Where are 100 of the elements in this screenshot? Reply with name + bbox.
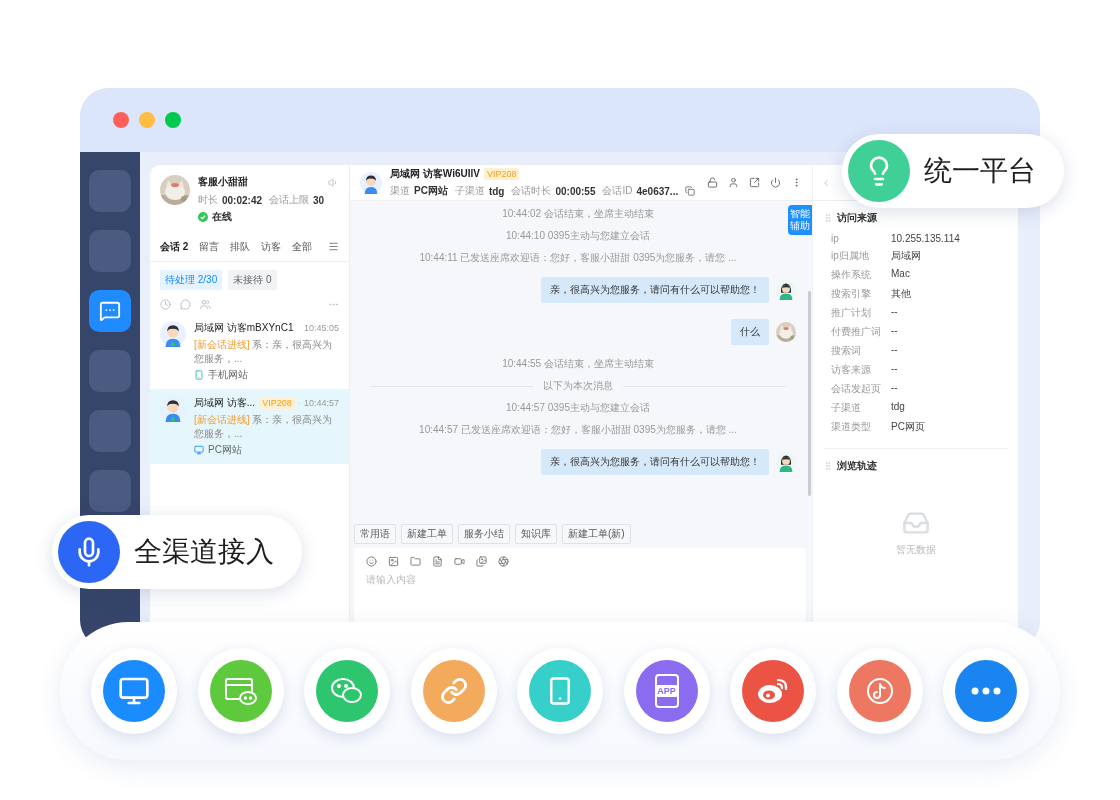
info-label: 付费推广词: [831, 325, 882, 339]
chat-icon[interactable]: [180, 299, 191, 310]
scrollbar[interactable]: [808, 291, 811, 496]
session-tab[interactable]: 排队: [230, 239, 251, 254]
source-label: PC网站: [208, 443, 242, 457]
info-label: 搜索词: [831, 344, 862, 358]
nav-item[interactable]: [89, 290, 131, 332]
system-message: 10:44:57 已发送座席欢迎语：您好，客服小甜甜 0395为您服务，请您 ...: [419, 423, 737, 437]
chevron-left-icon[interactable]: [821, 177, 831, 188]
info-label: 操作系统: [831, 268, 872, 282]
info-label: 搜索引擎: [831, 287, 872, 301]
menu-icon[interactable]: [328, 241, 339, 252]
minimize-button[interactable]: [139, 112, 155, 128]
info-value: PC网页: [891, 420, 926, 434]
message-bubble: 亲，很高兴为您服务，请问有什么可以帮助您！: [541, 277, 769, 303]
info-value: --: [891, 382, 899, 395]
quick-action-button[interactable]: 知识库: [515, 524, 557, 544]
unlock-icon[interactable]: [707, 177, 718, 188]
user-icon[interactable]: [728, 177, 739, 188]
quick-action-button[interactable]: 新建工单(新): [562, 524, 631, 544]
person-avatar-icon: [360, 171, 382, 194]
conversation-item[interactable]: 局域网 访客... VIP208 10:44:57 [新会话进线] 系：亲，很高兴为您服务，... PC网站: [150, 389, 349, 464]
conversation-time: 10:44:57: [303, 398, 339, 408]
channel-button[interactable]: APP: [623, 648, 710, 734]
meta-label: 会话时长: [511, 184, 552, 198]
source-label: 手机网站: [208, 368, 248, 382]
section-title: 访问来源: [837, 211, 877, 225]
quick-action-button[interactable]: 常用语: [354, 524, 396, 544]
share-icon[interactable]: [749, 177, 760, 188]
info-value: tdg: [891, 401, 906, 414]
info-value: --: [891, 344, 899, 357]
chat-icon: [99, 300, 121, 322]
quick-action-button[interactable]: 服务小结: [458, 524, 510, 544]
info-label: 渠道类型: [831, 420, 872, 434]
meta-label: 子渠道: [454, 184, 485, 198]
info-value: --: [891, 306, 899, 319]
video-icon[interactable]: [454, 556, 465, 567]
system-message: 10:44:11 已发送座席欢迎语：您好，客服小甜甜 0395为您服务，请您 ...: [419, 251, 737, 265]
vip-tag: VIP208: [259, 397, 295, 409]
meta-value: PC网站: [414, 184, 448, 198]
info-label: 子渠道: [831, 401, 862, 415]
status-text: 在线: [212, 210, 232, 224]
more-icon: [971, 687, 1001, 695]
duration-value: 00:02:42: [222, 194, 263, 206]
info-value: Mac: [891, 268, 911, 281]
info-value: 10.255.135.114: [891, 233, 961, 244]
divider-label: 以下为本次消息: [543, 379, 613, 393]
info-value: --: [891, 325, 899, 338]
conversation-title: 局域网 访客...: [194, 396, 256, 410]
person-avatar-icon: [776, 452, 796, 472]
meta-label: 渠道: [390, 184, 410, 198]
image-icon[interactable]: [388, 556, 399, 567]
copy-icon[interactable]: [685, 186, 696, 196]
system-message: 10:44:02 会话结束，坐席主动结束: [502, 207, 654, 221]
session-tab[interactable]: 访客: [261, 239, 282, 254]
callout-label: 全渠道接入: [134, 535, 274, 569]
info-label: 访客来源: [831, 363, 872, 377]
emoji-icon[interactable]: [366, 556, 377, 567]
limit-value: 30: [313, 194, 325, 206]
drag-handle-icon[interactable]: [823, 213, 833, 223]
speaker-icon[interactable]: [328, 176, 339, 188]
session-tab[interactable]: 会话 2: [160, 239, 189, 254]
monitor-icon: [118, 675, 150, 707]
drag-handle-icon[interactable]: [823, 461, 833, 471]
info-value: 其他: [891, 287, 912, 301]
meta-value: 00:00:55: [555, 185, 596, 197]
system-message: 10:44:57 0395主动与您建立会话: [506, 401, 650, 415]
power-icon[interactable]: [770, 177, 781, 188]
eye-logo-icon: [756, 676, 790, 706]
info-value: 局域网: [891, 249, 922, 263]
message-bubble: 什么: [731, 319, 769, 345]
vip-tag: VIP208: [483, 168, 520, 180]
close-button[interactable]: [113, 112, 129, 128]
message-preview: [新会话进线] 系：亲，很高兴为您服务，...: [194, 413, 334, 440]
conversation-time: 10:45:05: [303, 323, 339, 333]
info-label: ip: [831, 233, 840, 244]
app-label: APP: [655, 685, 678, 697]
users-icon[interactable]: [200, 299, 211, 310]
message-bubble: 亲，很高兴为您服务，请问有什么可以帮助您！: [541, 449, 769, 475]
message-preview: [新会话进线] 系：亲，很高兴为您服务，...: [194, 338, 334, 365]
limit-label: 会话上限: [269, 193, 310, 207]
browser-chat-icon: [223, 676, 258, 706]
session-tab[interactable]: 全部: [292, 239, 313, 254]
quick-action-button[interactable]: 新建工单: [401, 524, 453, 544]
system-message: 10:44:10 0395主动与您建立会话: [506, 229, 650, 243]
system-message: 10:44:55 会话结束，坐席主动结束: [502, 357, 654, 371]
monitor-icon: [194, 445, 204, 455]
document-icon[interactable]: [432, 556, 443, 567]
phone-icon: [194, 370, 204, 380]
session-tab[interactable]: 留言: [199, 239, 220, 254]
music-note-icon: [864, 676, 895, 706]
maximize-button[interactable]: [165, 112, 181, 128]
chat-title: 局域网 访客Wi6UIlV: [390, 167, 480, 181]
info-label: ip归属地: [831, 249, 870, 263]
aperture-icon[interactable]: [498, 556, 509, 567]
images-icon[interactable]: [476, 556, 487, 567]
filter-chip[interactable]: 未接待 0: [228, 270, 277, 290]
meta-value: tdg: [488, 185, 505, 197]
person-avatar-icon: [160, 321, 186, 347]
folder-icon[interactable]: [410, 556, 421, 567]
